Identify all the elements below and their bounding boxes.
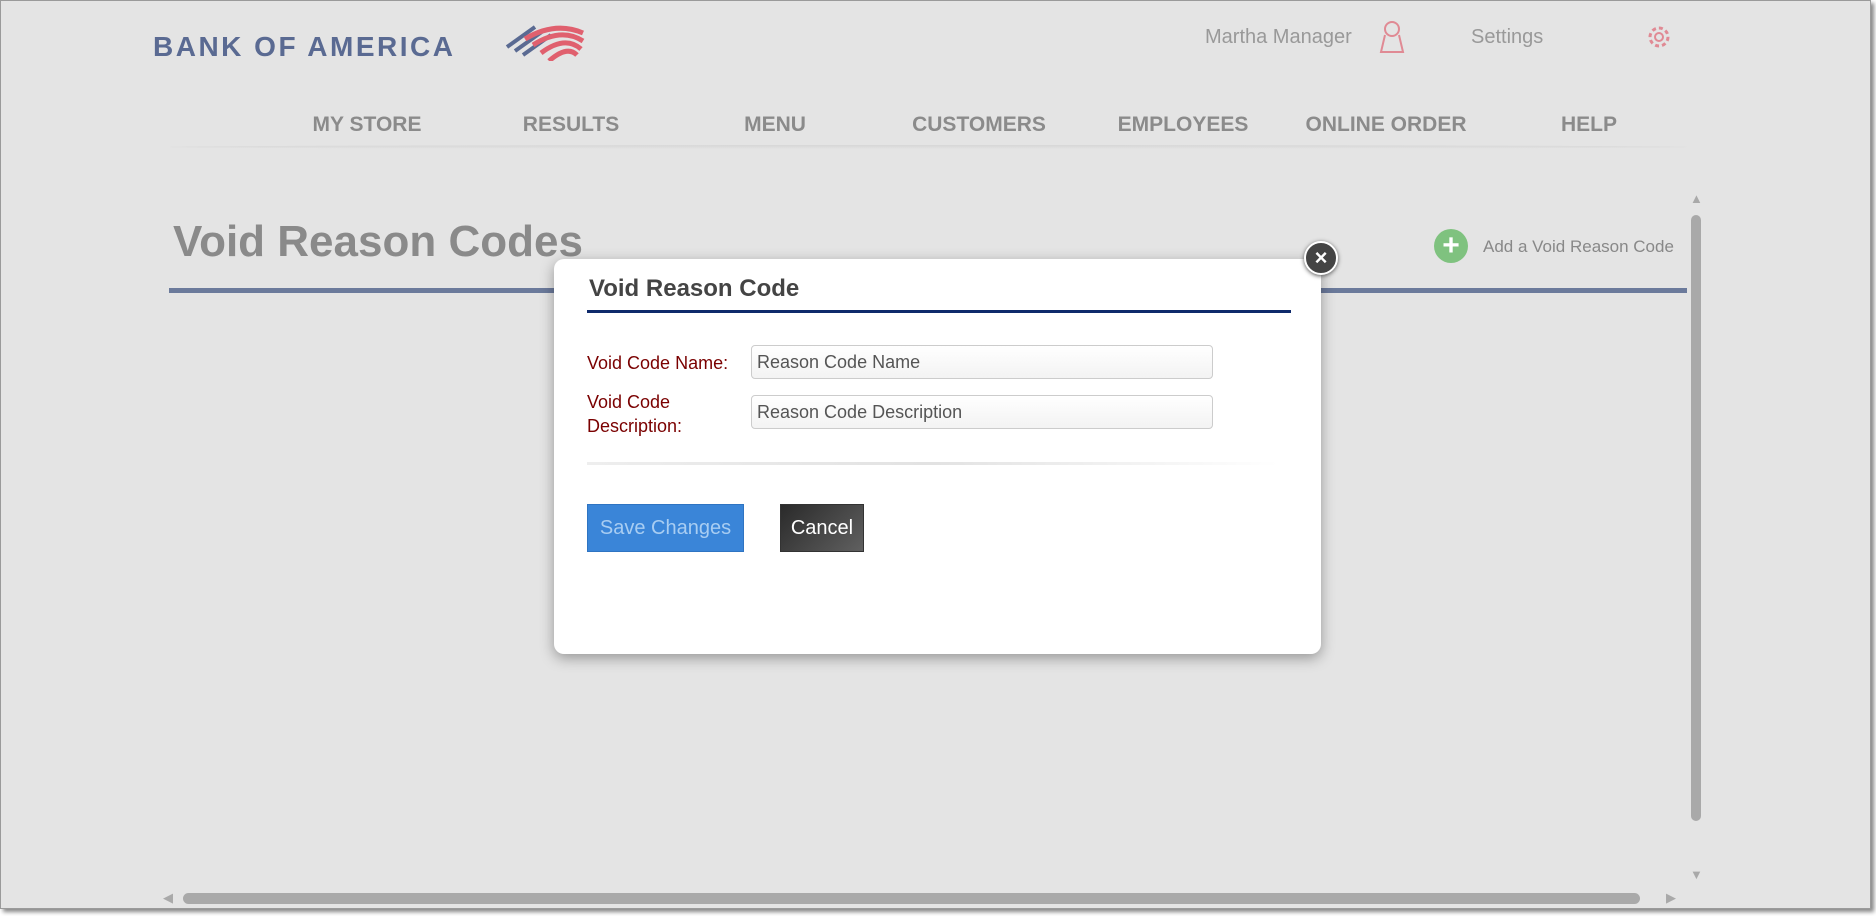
nav-menu[interactable]: MENU: [744, 113, 806, 137]
cancel-button[interactable]: Cancel: [780, 504, 864, 552]
user-icon[interactable]: [1376, 19, 1408, 55]
scroll-down-arrow[interactable]: ▼: [1690, 867, 1703, 882]
dialog-separator: [587, 462, 1279, 465]
nav-results[interactable]: RESULTS: [523, 113, 619, 137]
dialog-title: Void Reason Code: [589, 275, 800, 302]
nav-customers[interactable]: CUSTOMERS: [912, 113, 1046, 137]
label-line-2: Description:: [587, 416, 683, 436]
scroll-right-arrow[interactable]: ▶: [1666, 890, 1676, 906]
gear-icon[interactable]: [1645, 23, 1673, 51]
label-line-1: Void Code: [587, 392, 671, 412]
void-code-description-input[interactable]: [751, 395, 1213, 429]
dialog-title-rule: [587, 310, 1291, 313]
void-code-description-label: Void Code Description:: [587, 390, 682, 438]
add-icon[interactable]: +: [1434, 229, 1468, 263]
void-code-name-label: Void Code Name:: [587, 353, 729, 373]
save-changes-button[interactable]: Save Changes: [587, 504, 744, 552]
page-title: Void Reason Codes: [173, 217, 583, 266]
user-name[interactable]: Martha Manager: [1205, 26, 1352, 49]
nav-online-order[interactable]: ONLINE ORDER: [1305, 113, 1466, 137]
nav-divider: [169, 145, 1687, 149]
nav-employees[interactable]: EMPLOYEES: [1118, 113, 1249, 137]
void-code-name-input[interactable]: [751, 345, 1213, 379]
add-void-reason-code-link[interactable]: Add a Void Reason Code: [1483, 237, 1674, 257]
brand-flag-icon: [505, 25, 585, 61]
nav-help[interactable]: HELP: [1561, 113, 1617, 137]
vertical-scrollbar[interactable]: [1691, 215, 1701, 821]
void-reason-code-dialog: [554, 259, 1321, 654]
brand-logo-text: BANK OF AMERICA: [153, 31, 456, 62]
close-icon[interactable]: ×: [1304, 241, 1338, 275]
app-window: BANK OF AMERICA Martha Manager Settings …: [0, 0, 1871, 909]
settings-link[interactable]: Settings: [1471, 26, 1543, 49]
horizontal-scrollbar[interactable]: [183, 893, 1640, 904]
nav-my-store[interactable]: MY STORE: [313, 113, 422, 137]
scroll-left-arrow[interactable]: ◀: [163, 890, 173, 906]
scroll-up-arrow[interactable]: ▲: [1690, 191, 1703, 206]
